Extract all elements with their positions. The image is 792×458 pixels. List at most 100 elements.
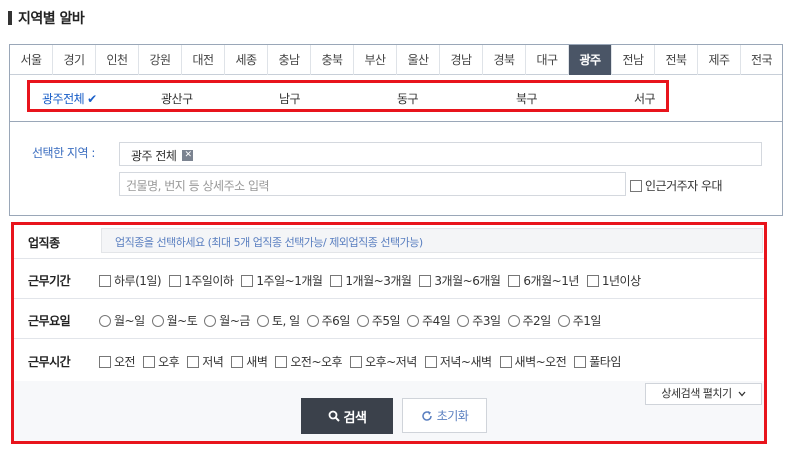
nearby-resident-checkbox[interactable] (630, 179, 642, 192)
time-option[interactable]: 풀타임 (574, 353, 621, 370)
time-option-label: 오전~오후 (290, 355, 343, 369)
radio-button[interactable] (99, 314, 111, 327)
detail-search-toggle-button[interactable]: 상세검색 펼치기 (645, 383, 762, 405)
checkbox[interactable] (143, 355, 156, 368)
radio-button[interactable] (256, 314, 269, 327)
checkbox[interactable] (499, 355, 512, 368)
period-option-label: 6개월~1년 (523, 274, 579, 288)
time-option[interactable]: 새벽~오전 (499, 353, 567, 370)
period-option[interactable]: 1주일~1개월 (241, 272, 323, 289)
subregion-item[interactable]: 남구 (279, 90, 301, 107)
radio-button[interactable] (407, 314, 420, 327)
checkbox[interactable] (330, 274, 343, 287)
region-tab[interactable]: 충북 (311, 45, 354, 75)
time-option[interactable]: 저녁 (187, 353, 224, 370)
address-input[interactable]: 건물명, 번지 등 상세주소 입력 (119, 172, 626, 196)
detail-search-toggle-label: 상세검색 펼치기 (661, 387, 732, 400)
checkbox[interactable] (241, 274, 254, 287)
period-option[interactable]: 6개월~1년 (508, 272, 579, 289)
checkbox[interactable] (99, 355, 111, 368)
time-option[interactable]: 오전 (99, 353, 136, 370)
time-option[interactable]: 오후 (143, 353, 180, 370)
subregion-item[interactable]: 광산구 (161, 90, 193, 107)
checkbox[interactable] (419, 274, 432, 287)
days-option-label: 주2일 (522, 314, 552, 328)
period-option[interactable]: 1년이상 (586, 272, 641, 289)
period-option[interactable]: 1개월~3개월 (330, 272, 412, 289)
checkbox[interactable] (275, 355, 288, 368)
period-option-label: 3개월~6개월 (434, 274, 501, 288)
region-tab[interactable]: 경남 (440, 45, 483, 75)
region-tab[interactable]: 서울 (10, 45, 53, 75)
days-option[interactable]: 주4일 (407, 312, 451, 329)
subregion-item[interactable]: 광주전체 ✔ (42, 90, 97, 107)
period-options: 하루(1일) 1주일이하 1주일~1개월 1개월~3개월 3개월~6개월 6개월~1년 1년… (99, 272, 649, 289)
region-tab[interactable]: 세종 (225, 45, 268, 75)
period-option[interactable]: 하루(1일) (99, 272, 162, 289)
time-option-label: 저녁 (202, 355, 224, 369)
days-option[interactable]: 월~일 (99, 312, 145, 329)
days-option[interactable]: 주6일 (306, 312, 350, 329)
subregion-list: 광주전체 ✔ 광산구 남구 동구 북구 서구 (27, 80, 669, 112)
subregion-item[interactable]: 동구 (397, 90, 419, 107)
days-option[interactable]: 주1일 (557, 312, 601, 329)
radio-button[interactable] (356, 314, 369, 327)
time-option[interactable]: 새벽 (231, 353, 268, 370)
days-label: 근무요일 (28, 314, 71, 328)
checkbox[interactable] (99, 274, 111, 287)
region-tab[interactable]: 부산 (354, 45, 397, 75)
time-option[interactable]: 오후~저녁 (350, 353, 417, 370)
radio-button[interactable] (204, 314, 217, 327)
subregion-item[interactable]: 서구 (634, 90, 656, 107)
checkbox[interactable] (187, 355, 200, 368)
region-tab[interactable]: 광주 (569, 45, 612, 75)
period-option[interactable]: 1주일이하 (169, 272, 234, 289)
checkbox[interactable] (231, 355, 244, 368)
checkbox[interactable] (424, 355, 437, 368)
days-option[interactable]: 주3일 (457, 312, 501, 329)
subregion-label: 광주전체 (42, 92, 85, 106)
time-option[interactable]: 저녁~새벽 (424, 353, 492, 370)
time-option[interactable]: 오전~오후 (275, 353, 343, 370)
checkbox[interactable] (350, 355, 363, 368)
days-option-label: 월~일 (114, 314, 145, 328)
region-tab[interactable]: 대전 (182, 45, 225, 75)
radio-button[interactable] (306, 314, 319, 327)
period-option[interactable]: 3개월~6개월 (419, 272, 501, 289)
time-row: 근무시간 오전 오후 저녁 새벽 오전~오후 오후~저녁 저녁~새벽 새벽~오전 풀타임 (14, 339, 764, 381)
checkbox[interactable] (586, 274, 599, 287)
radio-button[interactable] (151, 314, 164, 327)
remove-chip-icon[interactable]: ✕ (182, 150, 194, 161)
time-options: 오전 오후 저녁 새벽 오전~오후 오후~저녁 저녁~새벽 새벽~오전 풀타임 (99, 353, 629, 370)
region-tab[interactable]: 전북 (655, 45, 698, 75)
days-option[interactable]: 월~토 (151, 312, 198, 329)
days-option[interactable]: 주2일 (507, 312, 552, 329)
nearby-resident-option[interactable]: 인근거주자 우대 (630, 177, 723, 194)
checkbox[interactable] (508, 274, 521, 287)
region-tab[interactable]: 경북 (483, 45, 526, 75)
radio-button[interactable] (557, 314, 570, 327)
subregion-item[interactable]: 북구 (516, 90, 538, 107)
job-category-input[interactable]: 업직종을 선택하세요 (최대 5개 업직종 선택가능/ 제외업직종 선택가능) (101, 228, 763, 253)
region-tab[interactable]: 인천 (96, 45, 139, 75)
days-option[interactable]: 월~금 (204, 312, 250, 329)
days-option[interactable]: 토, 일 (256, 312, 300, 329)
region-tab[interactable]: 대구 (526, 45, 569, 75)
days-option-label: 월~금 (219, 314, 250, 328)
reset-button[interactable]: 초기화 (402, 398, 487, 433)
radio-button[interactable] (457, 314, 470, 327)
radio-button[interactable] (507, 314, 520, 327)
region-tab[interactable]: 울산 (397, 45, 440, 75)
checkbox[interactable] (574, 355, 587, 368)
search-button[interactable]: 검색 (301, 398, 393, 434)
region-tab[interactable]: 충남 (268, 45, 311, 75)
checkbox[interactable] (169, 274, 182, 287)
days-option[interactable]: 주5일 (356, 312, 401, 329)
region-tab[interactable]: 전남 (612, 45, 655, 75)
region-tab[interactable]: 전국 (741, 45, 782, 75)
region-tab[interactable]: 제주 (698, 45, 741, 75)
region-tab[interactable]: 경기 (53, 45, 96, 75)
subregion-label: 남구 (279, 92, 301, 106)
selected-region-chip: 광주 전체 ✕ (131, 147, 194, 164)
region-tab[interactable]: 강원 (139, 45, 182, 75)
